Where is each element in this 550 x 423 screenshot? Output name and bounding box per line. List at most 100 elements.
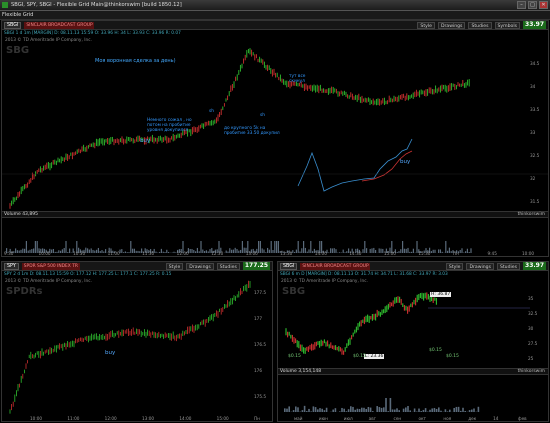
- volume-bar: [297, 241, 299, 253]
- volume-bar: [460, 410, 462, 412]
- close-button[interactable]: ✕: [539, 1, 548, 9]
- volume-bar: [429, 409, 431, 412]
- grid-tab[interactable]: Flexible Grid: [2, 12, 33, 18]
- volume-bar: [405, 248, 407, 253]
- volume-bar: [335, 249, 337, 253]
- volume-bar: [126, 252, 128, 253]
- volume-bar: [90, 248, 92, 253]
- volume-bar: [292, 250, 294, 253]
- volume-bar: [350, 406, 352, 412]
- volume-bar: [396, 408, 398, 412]
- volume-bar: [363, 407, 365, 412]
- volume-bar: [88, 249, 90, 253]
- x-tick: авг: [368, 416, 376, 421]
- volume-bar: [205, 250, 207, 253]
- x-tick: 14:30: [349, 251, 362, 256]
- volume-bar: [268, 249, 270, 253]
- volume-bar: [227, 251, 229, 253]
- volume-bar: [234, 247, 236, 253]
- volume-bar: [286, 408, 288, 412]
- volume-bar: [341, 407, 343, 412]
- volume-label: Volume: [280, 369, 297, 374]
- volume-bar: [67, 252, 69, 253]
- volume-bar: [334, 408, 337, 412]
- volume-bar: [477, 406, 480, 412]
- volume-bar: [238, 250, 240, 253]
- y-tick: 27.5: [528, 341, 538, 346]
- volume-bar: [124, 251, 126, 253]
- volume-bar: [352, 406, 354, 412]
- volume-bar: [438, 249, 440, 253]
- volume-bar: [409, 410, 411, 412]
- x-tick: 11:30: [142, 251, 155, 256]
- volume-bar: [471, 409, 473, 412]
- dividend-marker[interactable]: $0.15: [428, 348, 443, 353]
- volume-bar: [173, 251, 175, 253]
- volume-bar: [132, 248, 134, 253]
- x-tick: Пн: [254, 416, 260, 421]
- maximize-button[interactable]: □: [528, 1, 537, 9]
- volume-bar: [413, 408, 416, 412]
- volume-bar: [229, 248, 231, 253]
- volume-bar: [97, 247, 99, 253]
- volume-bar: [407, 247, 409, 253]
- x-tick: май: [294, 416, 303, 421]
- y-tick: 176: [254, 368, 262, 373]
- x-tick: Пн: [452, 251, 459, 256]
- volume-bar: [430, 251, 432, 253]
- dividend-marker[interactable]: $0.15: [445, 354, 460, 359]
- volume-bar: [299, 251, 301, 253]
- price-chart-spy[interactable]: [2, 262, 273, 422]
- annotation-buy: buy: [105, 350, 116, 356]
- volume-bar: [306, 251, 308, 253]
- volume-bar: [274, 241, 276, 253]
- volume-bar: [462, 407, 464, 412]
- volume-bar: [407, 405, 409, 412]
- volume-bar: [85, 247, 87, 253]
- volume-bar: [198, 251, 200, 253]
- x-tick: 14:00: [314, 251, 327, 256]
- x-tick: 12:00: [176, 251, 189, 256]
- x-tick: 10:00: [522, 251, 535, 256]
- volume-bar: [380, 407, 383, 412]
- volume-bar: [383, 407, 385, 412]
- volume-chart-top: [6, 241, 472, 253]
- volume-bar: [362, 249, 364, 253]
- volume-bar: [339, 411, 341, 412]
- volume-bar: [431, 408, 433, 412]
- x-tick: дек: [468, 416, 477, 421]
- volume-bar: [373, 247, 375, 253]
- x-tick: 11:00: [107, 251, 120, 256]
- volume-bar: [162, 251, 164, 253]
- volume-bar: [56, 251, 58, 253]
- volume-bar: [225, 250, 227, 253]
- y-tick: 177.5: [254, 290, 266, 295]
- dividend-marker[interactable]: $0.15: [287, 354, 302, 359]
- volume-bar: [367, 406, 370, 412]
- volume-bar: [447, 250, 449, 253]
- volume-bar: [440, 410, 442, 412]
- top-chart-panel: SBGI SINCLAIR BROADCAST GROUP CL A Style…: [1, 20, 549, 257]
- volume-bar: [96, 249, 98, 253]
- x-tick: 14: [493, 416, 499, 421]
- volume-bar: [292, 410, 295, 412]
- volume-bar: [92, 249, 94, 253]
- volume-bar: [347, 409, 350, 412]
- price-chart-sbgi-daily[interactable]: [278, 262, 549, 422]
- x-tick: 12:30: [211, 251, 224, 256]
- volume-bar: [258, 241, 260, 253]
- volume-bar: [435, 408, 438, 412]
- volume-bar: [139, 251, 141, 253]
- dividend-marker[interactable]: $0.15: [352, 354, 367, 359]
- volume-bar: [34, 241, 36, 253]
- volume-bar: [312, 251, 314, 253]
- volume-bar: [465, 251, 467, 253]
- volume-bar: [323, 410, 326, 412]
- volume-bar: [263, 249, 265, 253]
- volume-bar: [446, 411, 449, 412]
- minimize-button[interactable]: –: [517, 1, 526, 9]
- volume-bar: [405, 407, 407, 412]
- volume-bar: [361, 407, 363, 412]
- volume-brand: thinkorswim: [517, 369, 545, 374]
- x-tick: 10:30: [73, 251, 86, 256]
